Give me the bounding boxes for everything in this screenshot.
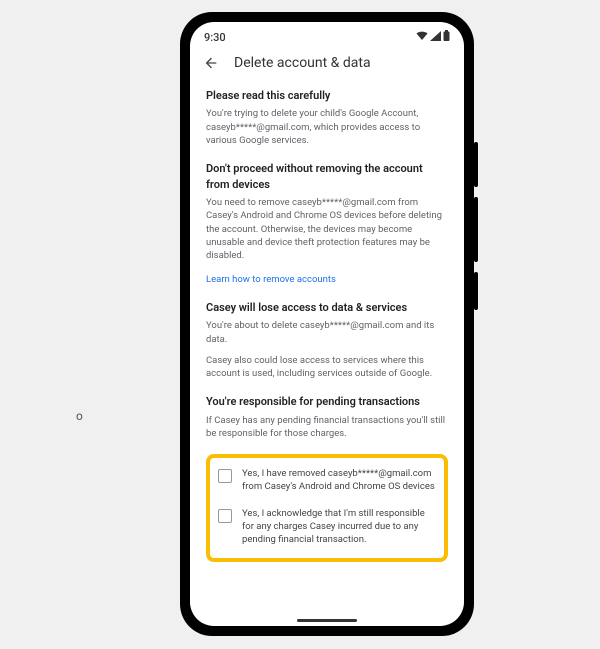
- wifi-icon: [416, 31, 428, 44]
- section-lose-access: Casey will lose access to data & service…: [206, 300, 448, 381]
- nav-indicator[interactable]: [297, 619, 357, 622]
- section-paragraph: You're about to delete caseyb*****@gmail…: [206, 319, 448, 346]
- checkbox-label: Yes, I acknowledge that I'm still respon…: [242, 508, 436, 546]
- checkbox-row-removed: Yes, I have removed caseyb*****@gmail.co…: [218, 468, 436, 494]
- signal-icon: [430, 31, 441, 44]
- section-read-carefully: Please read this carefully You're trying…: [206, 88, 448, 147]
- section-text: If Casey has any pending financial trans…: [206, 414, 448, 441]
- phone-side-button: [474, 197, 478, 262]
- section-dont-proceed: Don't proceed without removing the accou…: [206, 161, 448, 286]
- battery-icon: [443, 30, 450, 44]
- section-paragraph: Casey also could lose access to services…: [206, 354, 448, 381]
- section-heading: Please read this carefully: [206, 88, 448, 103]
- content-area: Please read this carefully You're trying…: [190, 82, 464, 626]
- back-button[interactable]: [202, 54, 220, 72]
- phone-screen: 9:30 Delete account & data Pleas: [190, 22, 464, 626]
- section-text: You need to remove caseyb*****@gmail.com…: [206, 196, 448, 286]
- learn-remove-accounts-link[interactable]: Learn how to remove accounts: [206, 273, 336, 286]
- arrow-left-icon: [203, 55, 219, 71]
- section-pending-transactions: You're responsible for pending transacti…: [206, 394, 448, 440]
- section-heading: You're responsible for pending transacti…: [206, 394, 448, 409]
- stray-text: o: [76, 409, 83, 423]
- checkbox-row-acknowledge: Yes, I acknowledge that I'm still respon…: [218, 508, 436, 546]
- section-text: You're trying to delete your child's Goo…: [206, 107, 448, 147]
- checkbox-removed-devices[interactable]: [218, 469, 232, 483]
- phone-side-button: [474, 142, 478, 187]
- section-paragraph: You need to remove caseyb*****@gmail.com…: [206, 196, 448, 262]
- status-bar: 9:30: [190, 22, 464, 48]
- confirmation-checkboxes: Yes, I have removed caseyb*****@gmail.co…: [206, 454, 448, 562]
- checkbox-label: Yes, I have removed caseyb*****@gmail.co…: [242, 468, 436, 494]
- status-time: 9:30: [204, 31, 226, 44]
- section-heading: Casey will lose access to data & service…: [206, 300, 448, 315]
- phone-side-button: [474, 272, 478, 310]
- page-title: Delete account & data: [234, 55, 371, 71]
- checkbox-acknowledge-charges[interactable]: [218, 509, 232, 523]
- section-text: You're about to delete caseyb*****@gmail…: [206, 319, 448, 380]
- section-heading: Don't proceed without removing the accou…: [206, 161, 448, 192]
- app-bar: Delete account & data: [190, 48, 464, 82]
- phone-frame: 9:30 Delete account & data Pleas: [180, 12, 474, 636]
